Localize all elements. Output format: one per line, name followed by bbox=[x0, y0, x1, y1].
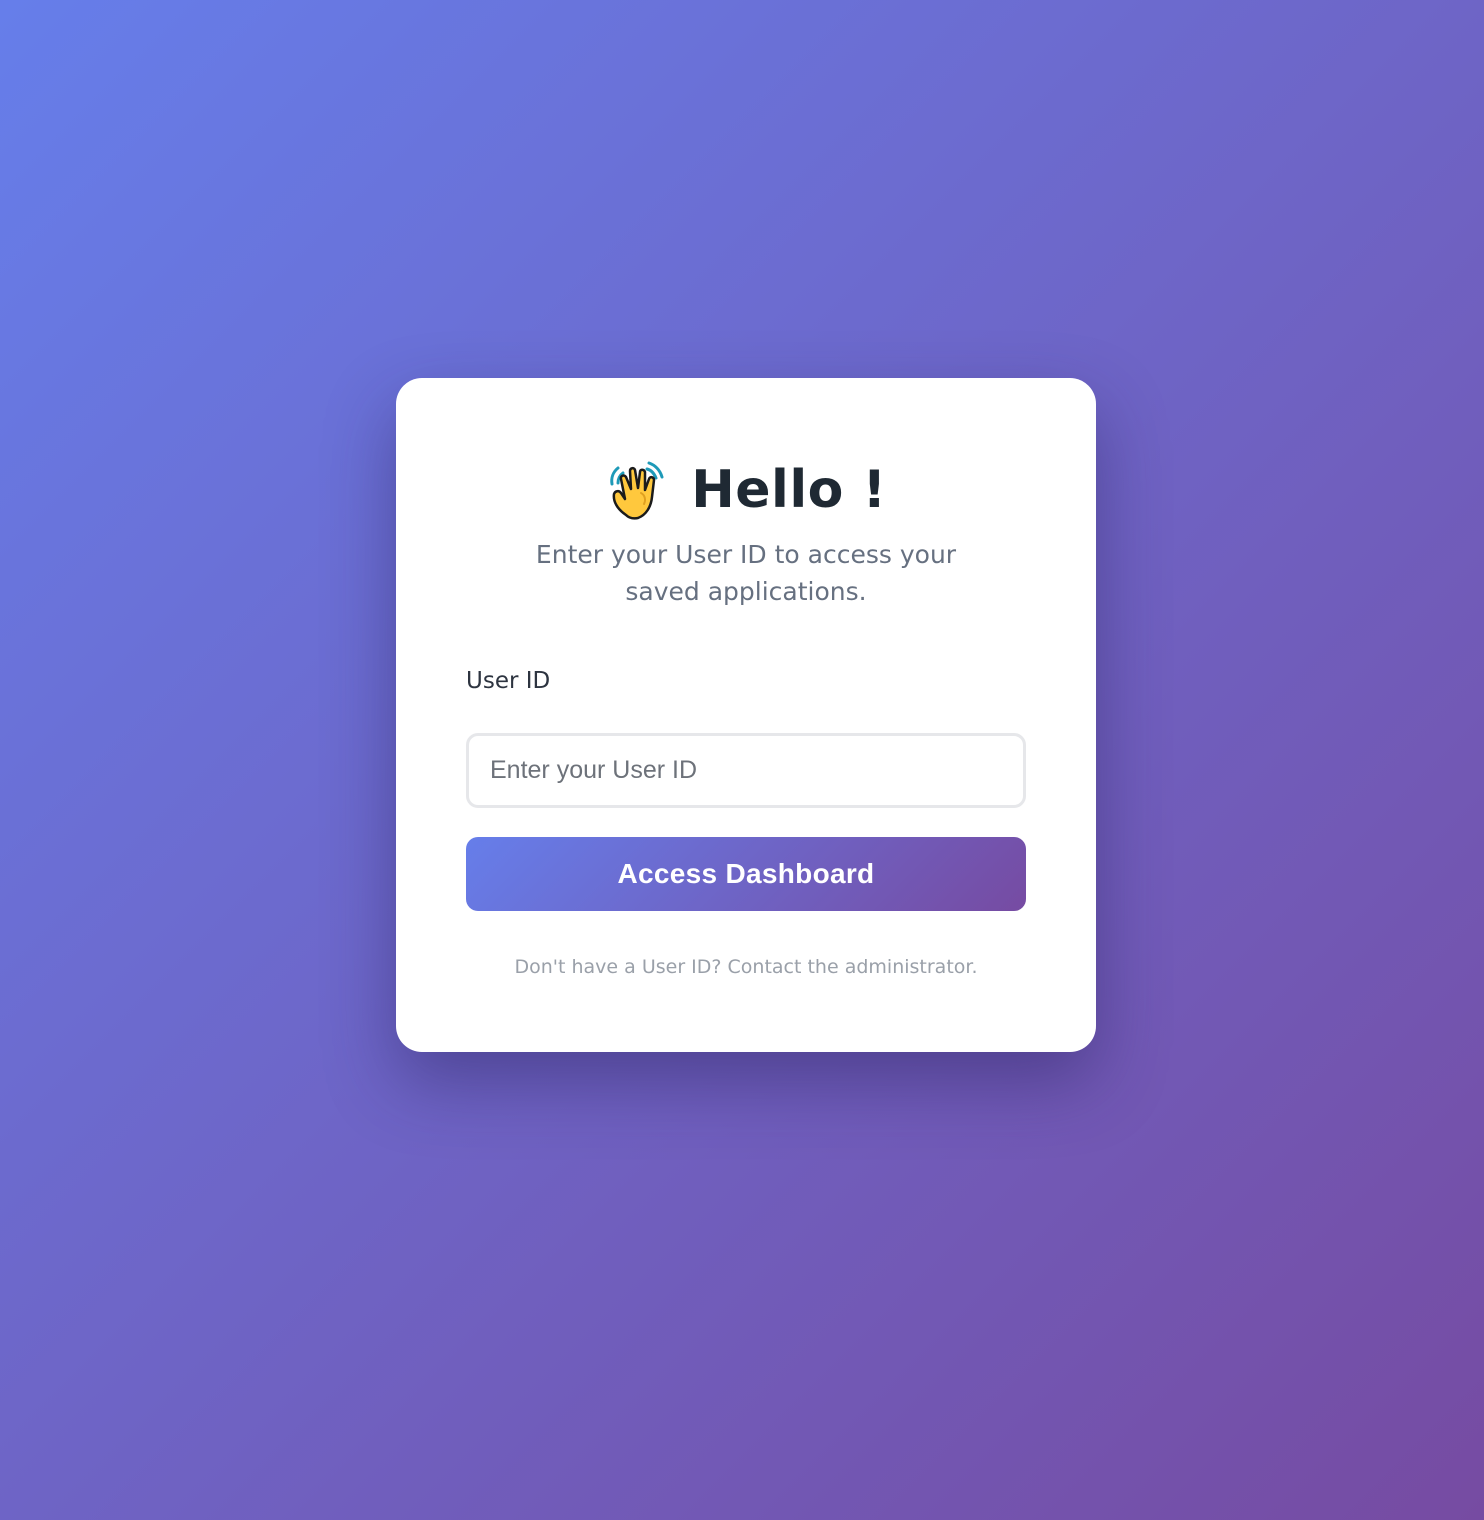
title-row: Hello ! bbox=[396, 458, 1096, 522]
page-title: Hello ! bbox=[691, 460, 887, 520]
subtitle-text: Enter your User ID to access your saved … bbox=[535, 540, 957, 606]
access-dashboard-button[interactable]: Access Dashboard bbox=[466, 837, 1026, 911]
user-id-label: User ID bbox=[466, 668, 551, 694]
contact-admin-note: Don't have a User ID? Contact the admini… bbox=[514, 956, 978, 978]
login-card: Hello ! Enter your User ID to access you… bbox=[396, 378, 1096, 1052]
waving-hand-icon bbox=[605, 457, 671, 523]
user-id-input[interactable] bbox=[466, 733, 1026, 808]
